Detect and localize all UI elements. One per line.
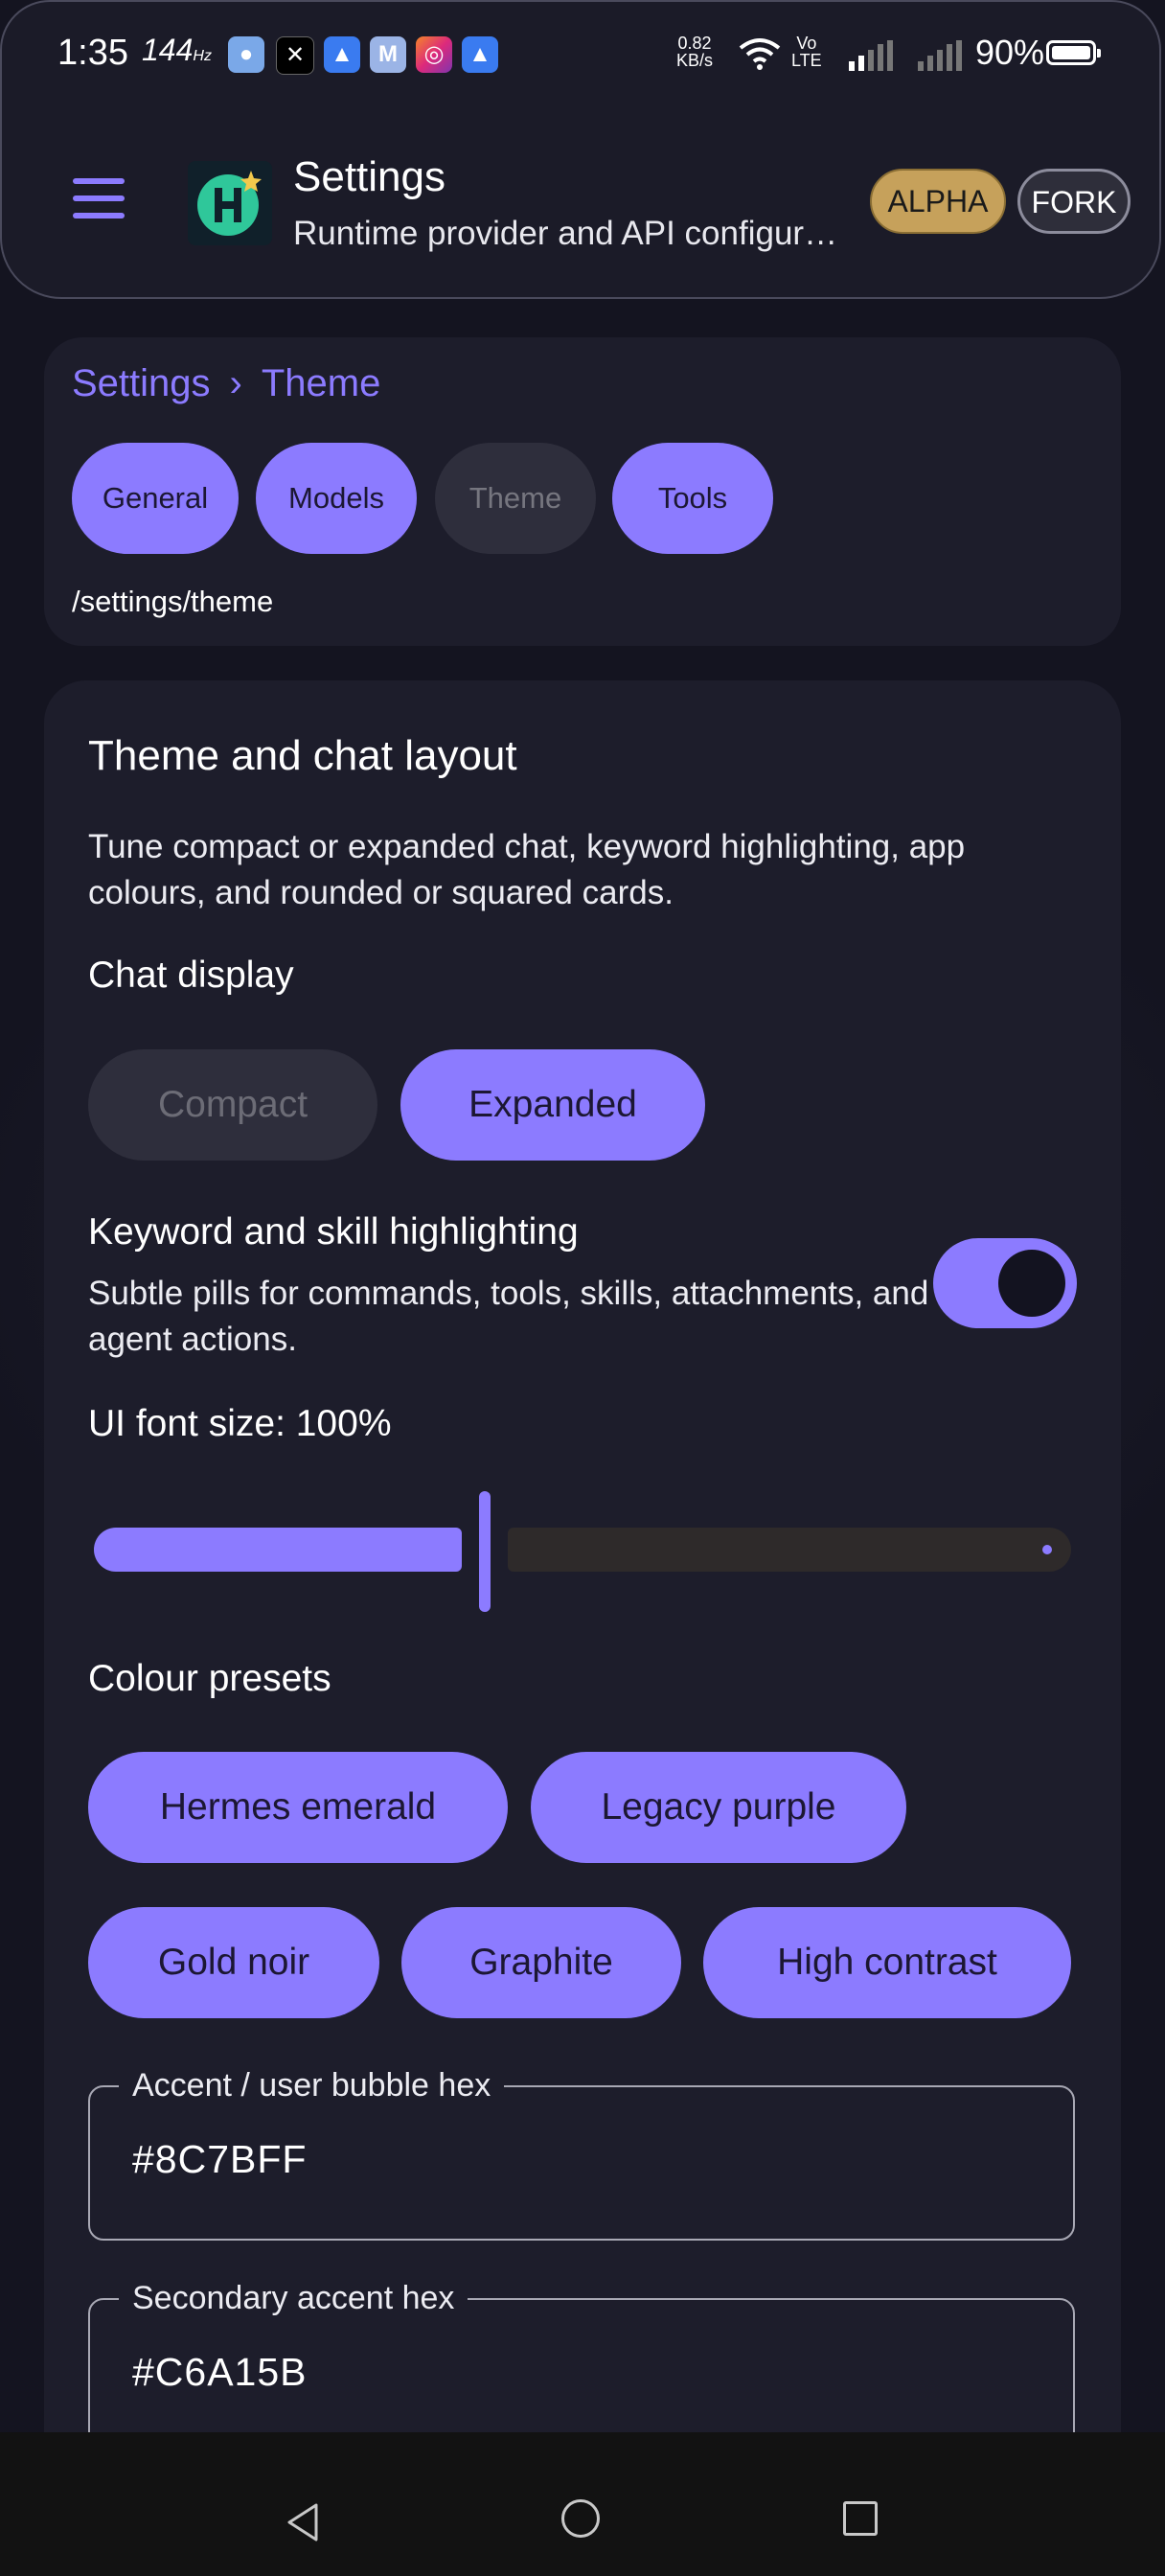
breadcrumb-separator: ›: [229, 362, 242, 404]
font-size-slider-track-inactive[interactable]: [508, 1528, 1071, 1572]
status-time: 1:35: [57, 33, 128, 73]
network-speed-unit: KB/s: [676, 51, 714, 70]
keyword-highlighting-description: Subtle pills for commands, tools, skills…: [88, 1275, 929, 1358]
font-size-slider-track-active[interactable]: [94, 1528, 462, 1572]
keyword-highlighting-toggle[interactable]: [933, 1238, 1077, 1328]
preset-hermes-emerald[interactable]: Hermes emerald: [88, 1752, 508, 1863]
menu-icon[interactable]: [73, 178, 126, 220]
preset-legacy-purple[interactable]: Legacy purple: [531, 1752, 906, 1863]
alpha-badge[interactable]: ALPHA: [870, 169, 1006, 234]
volte-indicator: Vo LTE: [791, 34, 822, 69]
signal-icon: [849, 40, 893, 71]
back-icon[interactable]: [284, 2501, 322, 2543]
home-icon[interactable]: [561, 2499, 600, 2538]
breadcrumb-theme[interactable]: Theme: [262, 362, 381, 404]
signal-icon: [918, 40, 962, 71]
chat-icon: ●: [228, 36, 264, 73]
breadcrumb-settings[interactable]: Settings: [72, 362, 211, 404]
preset-gold-noir[interactable]: Gold noir: [88, 1907, 379, 2018]
battery-icon: [1046, 40, 1101, 65]
network-speed: 0.82 KB/s: [676, 34, 713, 69]
font-size-label: UI font size: 100%: [88, 1403, 392, 1444]
section-description: Tune compact or expanded chat, keyword h…: [88, 828, 966, 911]
fork-badge[interactable]: FORK: [1017, 169, 1131, 234]
accent-hex-field[interactable]: Accent / user bubble hex #8C7BFF: [88, 2066, 1075, 2241]
status-bar: 1:35 144Hz ● ✕ ▲ M ◎ ▲ 0.82 KB/s Vo LTE …: [0, 0, 1165, 105]
tab-models[interactable]: Models: [256, 443, 417, 554]
page-subtitle: Runtime provider and API configuration: [293, 215, 849, 252]
tab-general[interactable]: General: [72, 443, 239, 554]
accent-hex-label: Accent / user bubble hex: [119, 2066, 505, 2104]
secondary-hex-value[interactable]: #C6A15B: [132, 2350, 308, 2395]
slider-stop-indicator: [1042, 1545, 1052, 1554]
alert-icon: ▲: [324, 36, 360, 73]
breadcrumb: Settings › Theme: [72, 362, 380, 405]
font-size-slider-thumb[interactable]: [479, 1491, 491, 1612]
alert-icon: ▲: [462, 36, 498, 73]
accent-hex-value[interactable]: #8C7BFF: [132, 2137, 307, 2182]
tab-tools[interactable]: Tools: [612, 443, 773, 554]
network-speed-value: 0.82: [677, 34, 712, 53]
chat-display-label: Chat display: [88, 954, 294, 996]
x-icon: ✕: [276, 36, 314, 75]
expanded-option[interactable]: Expanded: [400, 1049, 705, 1161]
volte-top: Vo: [796, 34, 817, 53]
keyword-highlighting-label: Keyword and skill highlighting: [88, 1211, 579, 1253]
refresh-rate-value: 144: [142, 33, 194, 67]
app-logo: [188, 161, 272, 245]
gmail-icon: M: [370, 36, 406, 73]
instagram-icon: ◎: [416, 36, 452, 73]
volte-bottom: LTE: [791, 51, 822, 70]
preset-high-contrast[interactable]: High contrast: [703, 1907, 1071, 2018]
route-path: /settings/theme: [72, 585, 274, 618]
battery-percent: 90%: [975, 33, 1045, 72]
tab-theme: Theme: [435, 443, 596, 554]
preset-graphite[interactable]: Graphite: [401, 1907, 681, 2018]
toggle-knob: [998, 1250, 1065, 1317]
refresh-rate: 144Hz: [142, 33, 212, 68]
secondary-hex-label: Secondary accent hex: [119, 2279, 468, 2317]
wifi-icon: [739, 38, 781, 70]
refresh-rate-unit: Hz: [193, 48, 212, 64]
section-title: Theme and chat layout: [88, 732, 517, 779]
compact-option[interactable]: Compact: [88, 1049, 377, 1161]
secondary-hex-field[interactable]: Secondary accent hex #C6A15B: [88, 2279, 1075, 2451]
recent-apps-icon[interactable]: [843, 2501, 878, 2536]
colour-presets-label: Colour presets: [88, 1658, 331, 1699]
page-title: Settings: [293, 153, 445, 200]
